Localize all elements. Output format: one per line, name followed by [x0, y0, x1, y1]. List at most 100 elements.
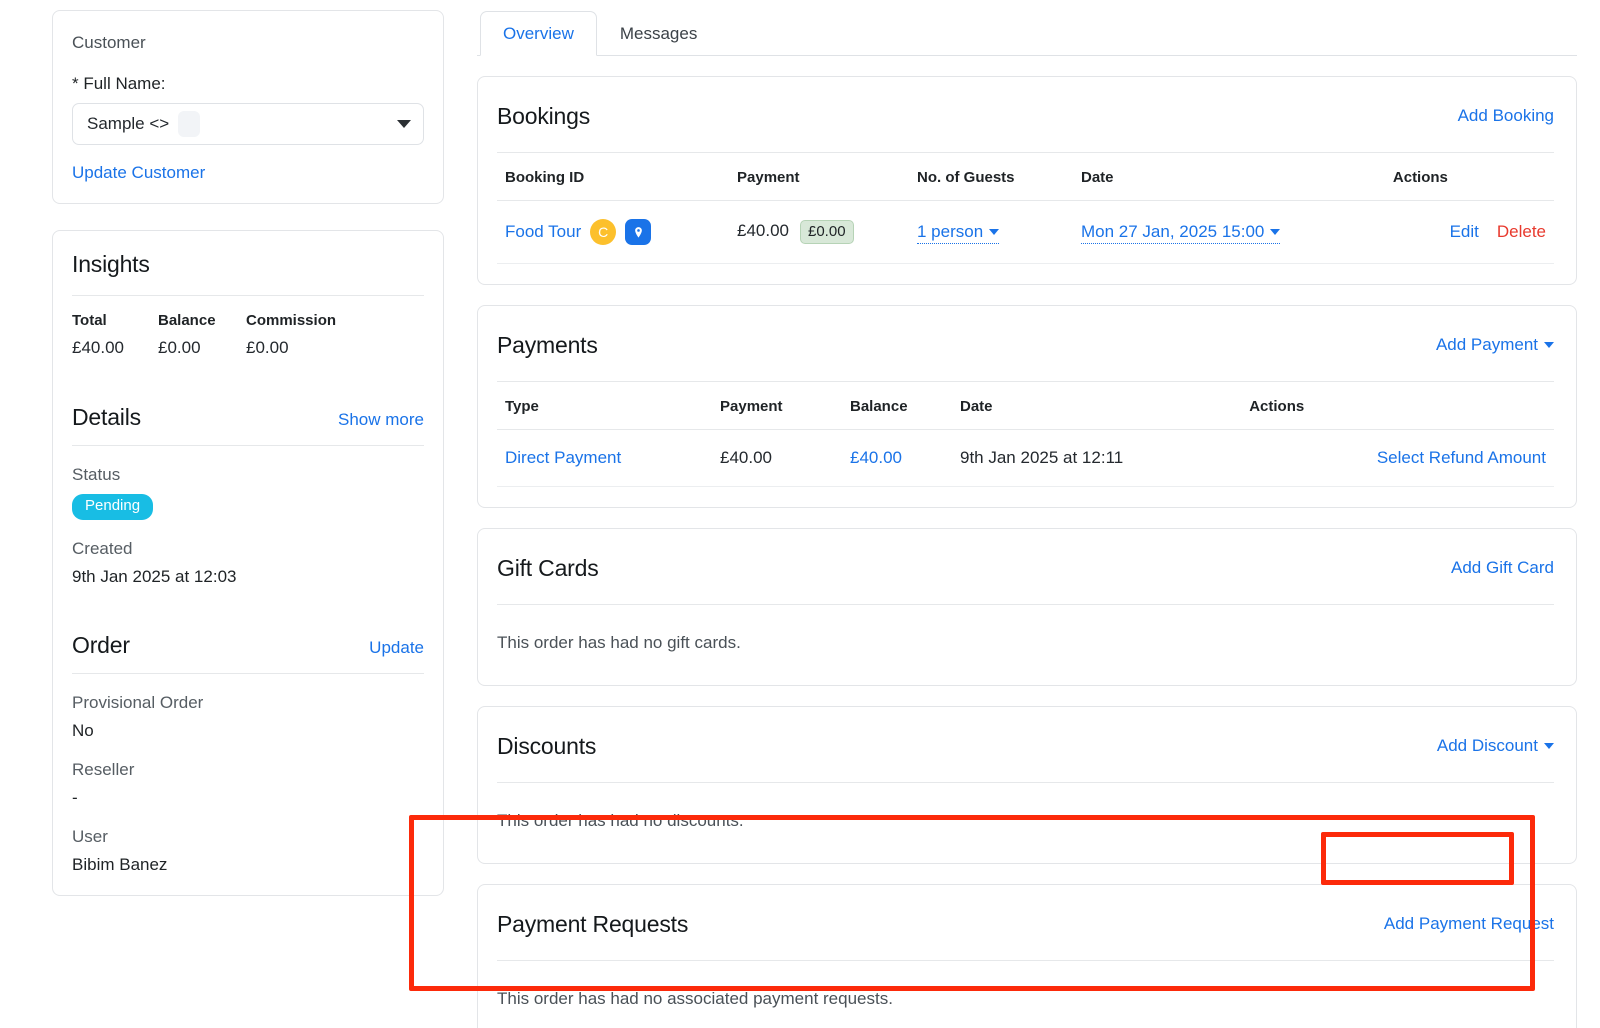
booking-actions-cell: Edit Delete: [1384, 200, 1554, 264]
order-heading: Order: [72, 631, 130, 658]
order-update-link[interactable]: Update: [369, 638, 424, 658]
customer-heading: Customer: [72, 33, 146, 52]
order-divider: [72, 672, 424, 674]
table-row: Food Tour C £40.00 £0.00 1 person Mon 27…: [497, 200, 1554, 264]
chevron-down-icon: [989, 229, 1000, 235]
payments-table: Type Payment Balance Date Actions Direct…: [497, 382, 1554, 487]
reseller-label: Reseller: [72, 759, 135, 779]
update-customer-link[interactable]: Update Customer: [72, 163, 205, 183]
bookings-panel: Bookings Add Booking Booking ID Payment …: [477, 76, 1577, 285]
booking-payment-outstanding: £0.00: [800, 220, 854, 244]
insights-balance-value: £0.00: [158, 337, 201, 357]
insights-total-value: £40.00: [72, 337, 124, 357]
details-header: Details Show more: [72, 404, 424, 431]
location-pin-icon: [625, 219, 652, 245]
col-balance: Balance: [842, 382, 952, 430]
insights-divider: [72, 294, 424, 296]
payment-type-cell: Direct Payment: [497, 429, 712, 487]
payment-balance-link[interactable]: £40.00: [850, 448, 902, 467]
col-guests: No. of Guests: [909, 153, 1073, 201]
payments-header-row: Type Payment Balance Date Actions: [497, 382, 1554, 430]
guests-dropdown[interactable]: 1 person: [917, 222, 1000, 244]
payments-header: Payments Add Payment: [497, 328, 1554, 362]
status-label: Status: [72, 464, 121, 484]
select-refund-amount-button[interactable]: Select Refund Amount: [1377, 448, 1546, 467]
gift-cards-empty-message: This order has had no gift cards.: [497, 633, 741, 652]
col-pay-actions: Actions: [1241, 382, 1554, 430]
payment-actions-cell: Select Refund Amount: [1241, 429, 1554, 487]
booking-id-cell: Food Tour C: [497, 200, 729, 264]
tab-overview[interactable]: Overview: [480, 10, 597, 56]
user-label: User: [72, 826, 108, 846]
payment-requests-empty-message: This order has had no associated payment…: [497, 989, 893, 1008]
payment-amount-cell: £40.00: [712, 429, 842, 487]
booking-date-cell: Mon 27 Jan, 2025 15:00: [1073, 200, 1385, 264]
bookings-title: Bookings: [497, 102, 591, 129]
reseller-value: -: [72, 787, 78, 807]
chevron-down-icon: [397, 119, 411, 128]
insights-col-commission: Commission: [246, 311, 337, 329]
insights-col-total: Total: [72, 311, 107, 329]
bookings-header-row: Booking ID Payment No. of Guests Date Ac…: [497, 153, 1554, 201]
status-badge: Pending: [72, 493, 154, 520]
payment-balance-cell: £40.00: [842, 429, 952, 487]
insights-value-row: £40.00 £0.00 £0.00: [72, 338, 424, 358]
booking-guests-cell: 1 person: [909, 200, 1073, 264]
tab-messages[interactable]: Messages: [597, 11, 720, 56]
add-gift-card-button[interactable]: Add Gift Card: [1451, 558, 1554, 578]
payment-requests-panel: Payment Requests Add Payment Request Thi…: [477, 884, 1577, 1028]
provisional-order-label: Provisional Order: [72, 692, 204, 712]
add-payment-request-button[interactable]: Add Payment Request: [1384, 914, 1554, 934]
payment-type-link[interactable]: Direct Payment: [505, 448, 621, 467]
col-pay-date: Date: [952, 382, 1242, 430]
full-name-label: * Full Name:: [72, 73, 166, 93]
col-pay-amount: Payment: [712, 382, 842, 430]
customer-initial-icon: C: [590, 219, 617, 245]
payment-requests-title: Payment Requests: [497, 910, 689, 937]
customer-card: Customer * Full Name: Sample <> Update C…: [52, 10, 444, 204]
booking-payment-amount: £40.00: [737, 221, 789, 240]
main-content: Overview Messages Bookings Add Booking B…: [477, 10, 1577, 1028]
insights-heading: Insights: [72, 250, 150, 277]
chevron-down-icon: [1544, 342, 1554, 348]
order-detail-page: Customer * Full Name: Sample <> Update C…: [0, 0, 1600, 1028]
discounts-header: Discounts Add Discount: [497, 729, 1554, 763]
add-booking-button[interactable]: Add Booking: [1458, 106, 1554, 126]
add-payment-label: Add Payment: [1435, 335, 1538, 354]
booking-payment-cell: £40.00 £0.00: [729, 200, 909, 264]
order-header: Order Update: [72, 632, 424, 659]
payment-requests-header: Payment Requests Add Payment Request: [497, 907, 1554, 941]
col-type: Type: [497, 382, 712, 430]
delete-booking-button[interactable]: Delete: [1497, 222, 1546, 241]
customer-select[interactable]: Sample <>: [72, 102, 424, 145]
discounts-empty-message: This order has had no discounts.: [497, 811, 744, 830]
payments-title: Payments: [497, 331, 598, 358]
insights-card: Insights Total Balance Commission £40.00…: [52, 229, 444, 896]
provisional-order-value: No: [72, 720, 94, 740]
payment-date-cell: 9th Jan 2025 at 12:11: [952, 429, 1242, 487]
add-discount-button[interactable]: Add Discount: [1437, 736, 1554, 756]
add-payment-button[interactable]: Add Payment: [1436, 335, 1554, 355]
user-value: Bibim Banez: [72, 854, 168, 874]
details-divider: [72, 444, 424, 446]
add-discount-label: Add Discount: [1436, 736, 1538, 755]
empty-chip: [178, 110, 201, 137]
insights-commission-value: £0.00: [246, 337, 289, 357]
date-dropdown[interactable]: Mon 27 Jan, 2025 15:00: [1081, 222, 1281, 244]
insights-table: Total Balance Commission £40.00 £0.00 £0…: [72, 312, 424, 358]
gift-cards-panel: Gift Cards Add Gift Card This order has …: [477, 528, 1577, 686]
edit-booking-button[interactable]: Edit: [1450, 222, 1479, 241]
payments-panel: Payments Add Payment Type Payment Balanc…: [477, 305, 1577, 508]
col-date: Date: [1073, 153, 1385, 201]
booking-id-link[interactable]: Food Tour: [505, 222, 581, 242]
insights-col-balance: Balance: [158, 311, 216, 329]
chevron-down-icon: [1270, 229, 1281, 235]
col-actions: Actions: [1384, 153, 1554, 201]
gift-cards-header: Gift Cards Add Gift Card: [497, 551, 1554, 585]
date-value: Mon 27 Jan, 2025 15:00: [1081, 222, 1265, 241]
bookings-table: Booking ID Payment No. of Guests Date Ac…: [497, 153, 1554, 264]
details-heading: Details: [72, 403, 141, 430]
customer-select-value: Sample <>: [87, 113, 170, 133]
col-payment: Payment: [729, 153, 909, 201]
show-more-link[interactable]: Show more: [338, 410, 424, 430]
